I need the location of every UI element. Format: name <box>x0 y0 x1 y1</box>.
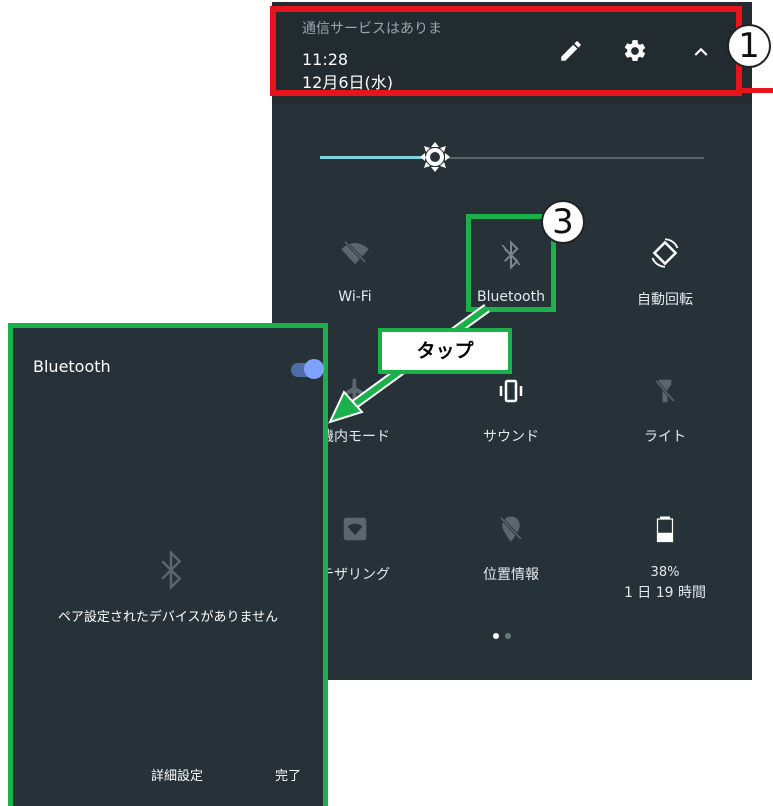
tile-label-auto-rotate: 自動回転 <box>637 292 693 308</box>
brightness-slider-fill <box>320 156 428 159</box>
bluetooth-toggle-thumb[interactable] <box>304 359 324 379</box>
bluetooth-dialog-title: Bluetooth <box>33 357 111 376</box>
no-paired-devices-message: ペア設定されたデバイスがありません <box>57 610 279 625</box>
header-highlight-connector <box>741 88 773 93</box>
page-dot-inactive <box>505 633 511 639</box>
location-off-icon[interactable] <box>496 514 526 544</box>
callout-3: 3 <box>541 200 585 244</box>
page-dot-active <box>493 633 499 639</box>
auto-rotate-icon[interactable] <box>650 238 680 268</box>
header-highlight-frame <box>270 6 742 96</box>
tile-label-flashlight: ライト <box>644 429 686 445</box>
tile-label-battery-percent: 38% <box>650 565 680 580</box>
tethering-icon[interactable] <box>340 514 370 544</box>
tile-label-battery-remaining: 1 日 19 時間 <box>623 585 707 601</box>
done-button[interactable]: 完了 <box>275 765 301 784</box>
advanced-settings-button[interactable]: 詳細設定 <box>151 765 203 784</box>
bluetooth-placeholder-icon <box>161 550 182 590</box>
brightness-slider-thumb[interactable] <box>420 142 450 172</box>
battery-icon[interactable] <box>650 514 680 544</box>
tile-label-location: 位置情報 <box>483 567 539 583</box>
wifi-off-icon[interactable] <box>340 238 370 268</box>
flashlight-icon[interactable] <box>650 376 680 406</box>
callout-1: 1 <box>727 24 771 68</box>
tap-label: タップ <box>378 328 512 374</box>
brightness-slider-track[interactable] <box>446 157 704 159</box>
bluetooth-dialog: Bluetooth ペア設定されたデバイスがありません 詳細設定 完了 <box>8 323 328 806</box>
